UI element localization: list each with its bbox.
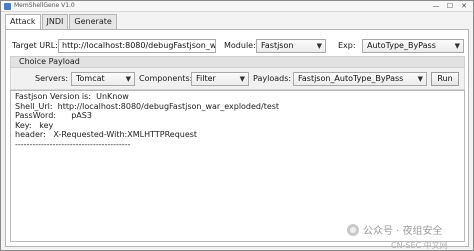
output-line: Shell_Url: http://localhost:8080/debugFa… [15, 101, 280, 111]
chevron-down-icon: ▼ [316, 42, 322, 50]
output-line: Fastjson Version is: UnKnow [15, 92, 129, 101]
close-button[interactable]: ✕ [457, 1, 471, 11]
payloads-select[interactable]: Fastjson_AutoType_ByPass ▼ [293, 72, 427, 86]
app-icon [4, 3, 11, 10]
components-select-value: Filter [196, 74, 216, 83]
target-url-label: Target URL: [12, 41, 58, 50]
chevron-down-icon: ▼ [454, 42, 460, 50]
components-label: Components: [139, 74, 193, 83]
choice-payload-header: Choice Payload [10, 56, 465, 68]
servers-select[interactable]: Tomcat ▼ [71, 72, 135, 86]
window-controls: — ☐ ✕ [429, 1, 471, 12]
target-url-input[interactable]: http://localhost:8080/debugFastjson_war_… [58, 39, 216, 53]
output-line: PassWord: pAS3 [15, 111, 92, 120]
servers-select-value: Tomcat [76, 74, 105, 83]
output-textarea[interactable]: Fastjson Version is: UnKnow Shell_Url: h… [10, 90, 465, 242]
chevron-down-icon: ▼ [125, 75, 131, 83]
tab-jndi[interactable]: JNDI [41, 14, 69, 29]
payloads-label: Payloads: [253, 74, 292, 83]
choice-payload-group: Servers: Tomcat ▼ Components: Filter ▼ P… [10, 68, 465, 90]
app-window: MemShellGene V1.0 — ☐ ✕ Attack JNDI Gene… [0, 0, 474, 251]
payloads-select-value: Fastjson_AutoType_ByPass [298, 74, 404, 83]
module-label: Module: [224, 41, 256, 50]
output-line: header: X-Requested-With:XMLHTTPRequest [15, 130, 198, 139]
window-title: MemShellGene V1.0 [14, 2, 75, 9]
chevron-down-icon: ▼ [239, 75, 245, 83]
tab-bar: Attack JNDI Generate [5, 14, 118, 30]
module-select[interactable]: Fastjson ▼ [256, 39, 326, 53]
output-line: Key: key [15, 120, 54, 130]
minimize-button[interactable]: — [429, 1, 443, 11]
exp-label: Exp: [338, 41, 356, 50]
watermark-subtext: CN-SEC 中文网 [391, 241, 448, 250]
tab-generate[interactable]: Generate [69, 14, 117, 29]
wechat-logo-icon [347, 223, 359, 236]
maximize-button[interactable]: ☐ [443, 1, 457, 11]
output-line: ---------------------------------------- [15, 139, 131, 149]
watermark: 公众号 · 夜组安全 [347, 222, 443, 237]
exp-select[interactable]: AutoType_ByPass ▼ [362, 39, 464, 53]
title-bar: MemShellGene V1.0 — ☐ ✕ [1, 1, 473, 12]
run-button[interactable]: Run [431, 72, 459, 86]
target-row: Target URL: http://localhost:8080/debugF… [6, 39, 468, 53]
watermark-text: 公众号 · 夜组安全 [363, 226, 443, 237]
chevron-down-icon: ▼ [417, 75, 423, 83]
components-select[interactable]: Filter ▼ [191, 72, 249, 86]
servers-label: Servers: [35, 74, 69, 83]
attack-panel: Target URL: http://localhost:8080/debugF… [5, 29, 469, 247]
tab-attack[interactable]: Attack [5, 14, 41, 30]
module-select-value: Fastjson [261, 41, 294, 50]
exp-select-value: AutoType_ByPass [367, 41, 436, 50]
